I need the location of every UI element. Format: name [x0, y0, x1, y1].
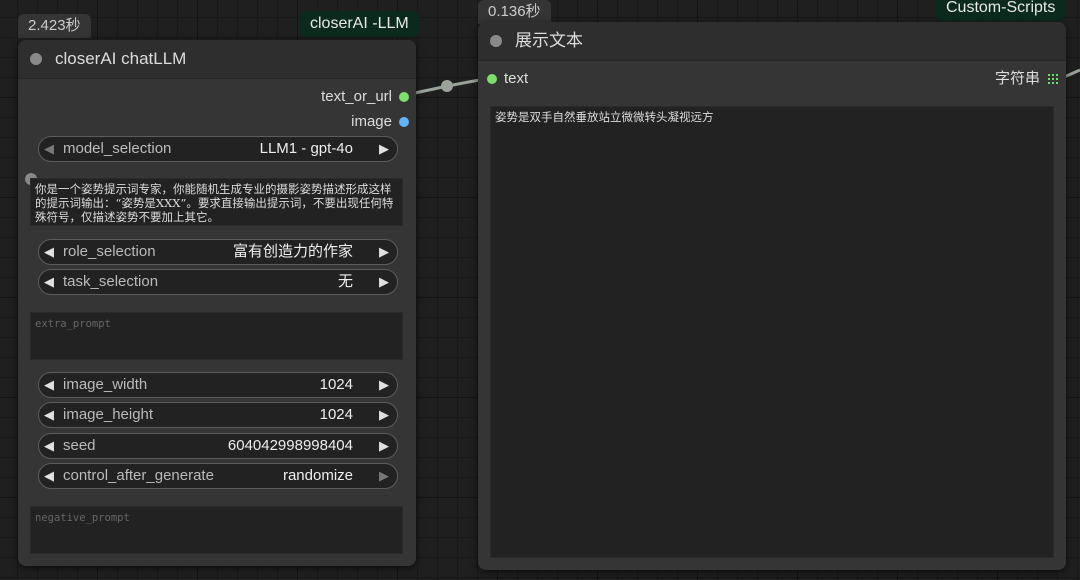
collapse-dot-icon[interactable] — [490, 35, 502, 47]
increment-arrow-icon[interactable]: ▶ — [379, 240, 389, 264]
node-title-bar[interactable]: closerAI chatLLM — [18, 40, 416, 79]
extra-prompt-placeholder: extra_prompt — [35, 318, 111, 330]
increment-arrow-icon[interactable]: ▶ — [379, 270, 389, 294]
node-title: 展示文本 — [515, 31, 583, 50]
negative-prompt-placeholder: negative_prompt — [35, 512, 130, 524]
show-text-node[interactable]: 展示文本 text 字符串 姿势是双手自然垂放站立微微转头凝视远方 — [478, 22, 1066, 570]
widget-label: role_selection — [63, 243, 156, 260]
output-label-string: 字符串 — [994, 70, 1040, 87]
widget-label: control_after_generate — [63, 467, 214, 484]
node-source-badge: Custom-Scripts — [936, 0, 1066, 21]
image-height-number[interactable]: ◀ image_height 1024 ▶ — [38, 402, 398, 428]
closerai-chatllm-node[interactable]: closerAI chatLLM text_or_url image ◀ mod… — [18, 40, 416, 566]
widget-value: 604042998998404 — [227, 437, 353, 454]
decrement-arrow-icon[interactable]: ◀ — [44, 137, 54, 161]
model-selection-combo[interactable]: ◀ model_selection LLM1 - gpt-4o ▶ — [38, 136, 398, 162]
widget-value: 无 — [337, 273, 353, 290]
widget-value: randomize — [282, 467, 353, 484]
output-label-image: image — [351, 113, 392, 130]
widget-value: 1024 — [319, 406, 353, 423]
increment-arrow-icon[interactable]: ▶ — [379, 137, 389, 161]
link-text-to-text — [404, 78, 481, 97]
increment-arrow-icon[interactable]: ▶ — [379, 373, 389, 397]
decrement-arrow-icon[interactable]: ◀ — [44, 240, 54, 264]
widget-label: image_height — [63, 406, 154, 423]
widget-label: task_selection — [63, 273, 159, 290]
widget-value: LLM1 - gpt-4o — [259, 140, 353, 157]
decrement-arrow-icon[interactable]: ◀ — [44, 464, 54, 488]
role-selection-combo[interactable]: ◀ role_selection 富有创造力的作家 ▶ — [38, 239, 398, 265]
decrement-arrow-icon[interactable]: ◀ — [44, 434, 54, 458]
output-socket-text-or-url[interactable] — [399, 92, 409, 102]
increment-arrow-icon[interactable]: ▶ — [379, 403, 389, 427]
link-midpoint-handle — [441, 80, 453, 92]
output-label-text-or-url: text_or_url — [321, 88, 392, 105]
collapse-dot-icon[interactable] — [30, 53, 42, 65]
input-label-text: text — [504, 70, 529, 87]
task-selection-combo[interactable]: ◀ task_selection 无 ▶ — [38, 269, 398, 295]
display-text-area[interactable]: 姿势是双手自然垂放站立微微转头凝视远方 — [490, 106, 1054, 558]
node-source-badge: closerAI -LLM — [300, 11, 419, 37]
decrement-arrow-icon[interactable]: ◀ — [44, 270, 54, 294]
increment-arrow-icon[interactable]: ▶ — [379, 464, 389, 488]
increment-arrow-icon[interactable]: ▶ — [379, 434, 389, 458]
system-prompt-textarea[interactable]: 你是一个姿势提示词专家，你能随机生成专业的摄影姿势描述形成这样的提示词输出：“姿… — [30, 178, 403, 226]
node-title-bar[interactable]: 展示文本 — [478, 22, 1066, 61]
decrement-arrow-icon[interactable]: ◀ — [44, 403, 54, 427]
widget-label: image_width — [63, 376, 148, 393]
control-after-generate-combo[interactable]: ◀ control_after_generate randomize ▶ — [38, 463, 398, 489]
execution-time-label: 0.136秒 — [478, 0, 551, 24]
widget-label: seed — [63, 437, 96, 454]
widget-label: model_selection — [63, 140, 172, 157]
negative-prompt-textarea[interactable]: negative_prompt — [30, 506, 403, 554]
input-socket-text[interactable] — [487, 74, 497, 84]
execution-time-label: 2.423秒 — [18, 14, 91, 38]
output-socket-image[interactable] — [399, 117, 409, 127]
node-title: closerAI chatLLM — [55, 49, 187, 68]
image-width-number[interactable]: ◀ image_width 1024 ▶ — [38, 372, 398, 398]
list-output-grid-icon[interactable] — [1048, 74, 1058, 84]
extra-prompt-textarea[interactable]: extra_prompt — [30, 312, 403, 360]
widget-value: 富有创造力的作家 — [232, 243, 353, 260]
decrement-arrow-icon[interactable]: ◀ — [44, 373, 54, 397]
seed-number[interactable]: ◀ seed 604042998998404 ▶ — [38, 433, 398, 459]
widget-value: 1024 — [319, 376, 353, 393]
